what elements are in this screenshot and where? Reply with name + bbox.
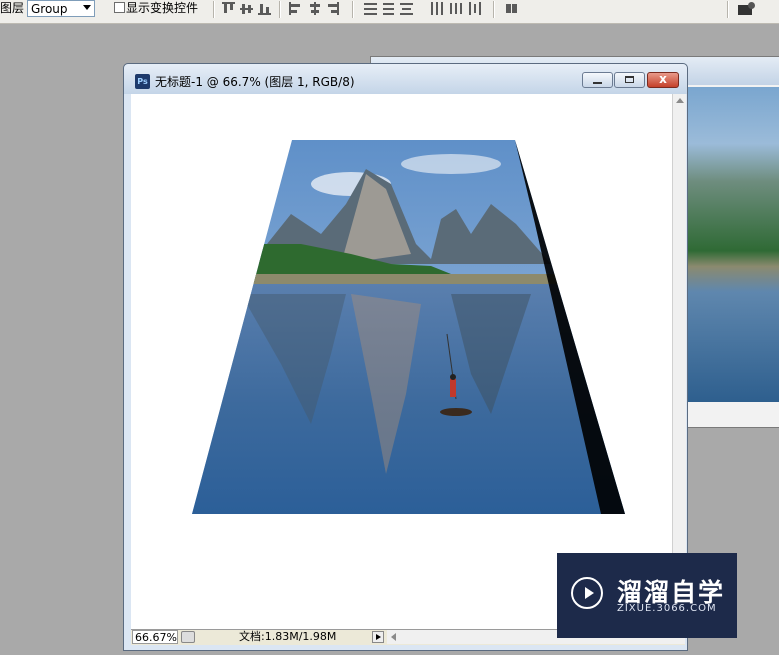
perspective-landscape-image [192, 140, 625, 514]
toolbar-separator [213, 1, 215, 18]
show-transform-label: 显示变换控件 [126, 1, 199, 15]
align-bottom-icon[interactable] [258, 2, 271, 15]
play-logo-icon [571, 577, 603, 609]
minimize-button[interactable] [582, 72, 613, 88]
auto-align-layers-icon[interactable] [505, 2, 518, 15]
distribute-right-icon[interactable] [468, 2, 481, 15]
layer-label: 图层 [0, 1, 25, 15]
toolbar-separator [493, 1, 495, 18]
distribute-top-icon[interactable] [364, 2, 377, 15]
maximize-button[interactable] [614, 72, 645, 88]
close-button[interactable]: x [647, 72, 679, 88]
scroll-left-icon[interactable] [391, 633, 396, 641]
document-canvas[interactable] [131, 94, 672, 629]
scroll-up-icon[interactable] [676, 98, 684, 103]
align-right-icon[interactable] [326, 2, 339, 15]
watermark-url: ZIXUE.3066.COM [617, 603, 717, 614]
distribute-horizontal-center-icon[interactable] [449, 2, 462, 15]
zoom-field[interactable]: 66.67% [132, 630, 178, 644]
align-top-icon[interactable] [222, 2, 235, 15]
distribute-vertical-center-icon[interactable] [382, 2, 395, 15]
toolbar-separator [279, 1, 281, 18]
background-document-image [688, 87, 779, 402]
align-horizontal-center-icon[interactable] [308, 2, 321, 15]
layer-select[interactable]: Group [27, 0, 95, 17]
toolbar-separator [352, 1, 354, 18]
distribute-bottom-icon[interactable] [400, 2, 413, 15]
chevron-down-icon [83, 5, 91, 10]
show-transform-checkbox[interactable] [114, 2, 125, 13]
document-info: 文档:1.83M/1.98M [239, 630, 337, 643]
document-title: 无标题-1 @ 66.7% (图层 1, RGB/8) [155, 75, 355, 89]
bridge-icon[interactable] [738, 2, 756, 16]
zoom-navigator-icon[interactable] [181, 631, 195, 643]
minimize-icon [593, 82, 602, 84]
document-titlebar[interactable]: Ps 无标题-1 @ 66.7% (图层 1, RGB/8) x [124, 64, 687, 94]
close-icon: x [659, 72, 667, 86]
align-vertical-center-icon[interactable] [240, 2, 253, 15]
distribute-left-icon[interactable] [430, 2, 443, 15]
status-menu-button[interactable] [372, 631, 384, 643]
photoshop-icon: Ps [135, 74, 150, 89]
align-left-icon[interactable] [289, 2, 302, 15]
watermark-logo: 溜溜自学 ZIXUE.3066.COM [557, 553, 737, 638]
maximize-icon [625, 76, 634, 83]
toolbar-separator [727, 1, 729, 18]
layer-select-value: Group [31, 2, 68, 16]
vertical-scrollbar[interactable] [672, 94, 686, 629]
options-bar: 图层 Group 显示变换控件 [0, 0, 779, 24]
